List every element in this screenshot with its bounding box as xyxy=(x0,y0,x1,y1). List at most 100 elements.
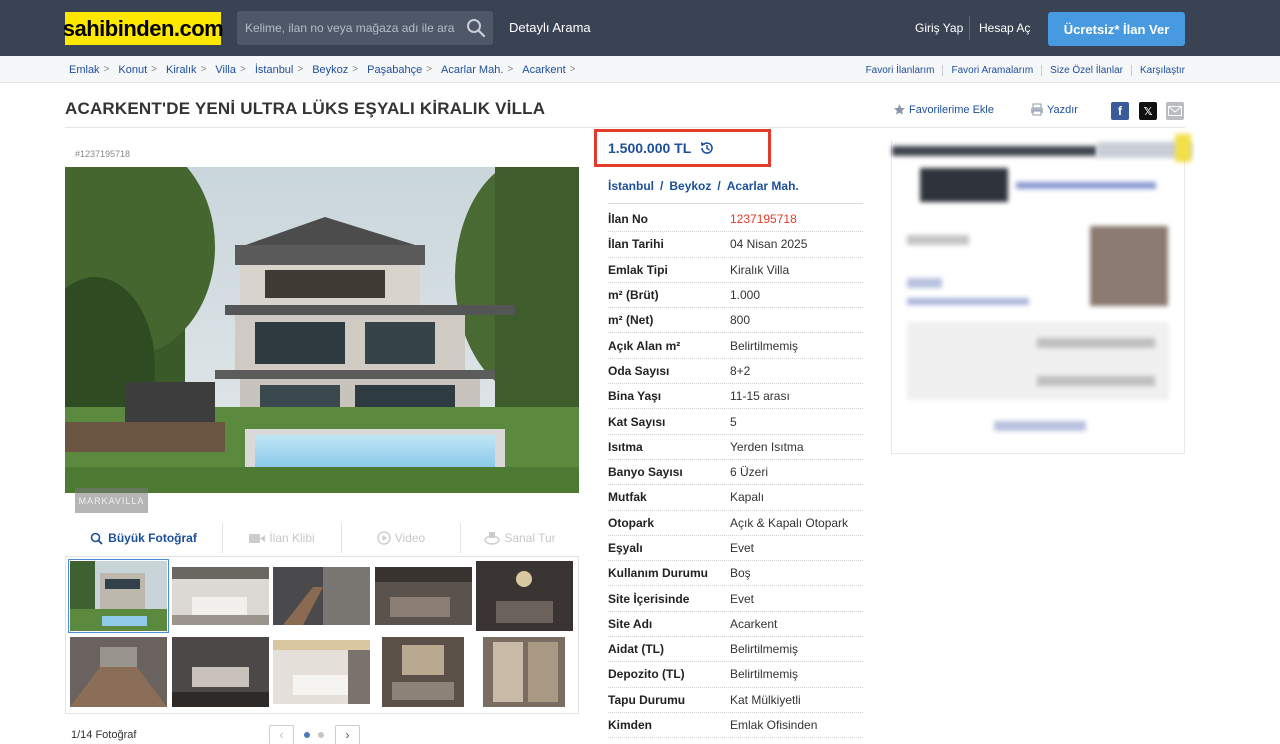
personalized-listings-link[interactable]: Size Özel İlanlar xyxy=(1041,65,1131,76)
photo-thumbnail[interactable] xyxy=(70,637,167,707)
detail-row: Otopark Açık & Kapalı Otopark xyxy=(608,511,863,536)
detail-value: 1237195718 xyxy=(730,212,797,227)
detail-value: 04 Nisan 2025 xyxy=(730,237,808,252)
breadcrumb-item[interactable]: Acarlar Mah. xyxy=(441,64,503,76)
listing-details: İlan No 1237195718 İlan Tarihi 04 Nisan 20… xyxy=(608,207,863,739)
detail-row: Site İçerisinde Evet xyxy=(608,586,863,612)
photo-thumbnail[interactable] xyxy=(68,559,169,633)
breadcrumb-item[interactable]: Konut xyxy=(118,64,147,76)
detail-value: 800 xyxy=(730,313,751,328)
star-icon xyxy=(894,104,905,115)
search-icon xyxy=(90,532,103,545)
detail-value: Kat Mülkiyetli xyxy=(730,692,801,707)
blurred-message-link xyxy=(994,421,1086,431)
chevron-right-icon: > xyxy=(507,64,514,75)
blurred-store-link xyxy=(1016,182,1156,189)
page-dot[interactable] xyxy=(318,732,324,738)
chevron-right-icon: > xyxy=(200,64,207,75)
detailed-search-link[interactable]: Detaylı Arama xyxy=(509,20,591,35)
post-ad-button[interactable]: Ücretsiz* İlan Ver xyxy=(1048,12,1185,46)
facebook-share-icon[interactable]: f xyxy=(1111,102,1129,120)
detail-value: Kapalı xyxy=(730,490,765,505)
tab-video-label: Video xyxy=(394,531,426,545)
tab-big-photo[interactable]: Büyük Fotoğraf xyxy=(65,523,222,553)
photo-thumbnail[interactable] xyxy=(172,637,269,707)
breadcrumb-item[interactable]: Paşabahçe xyxy=(367,64,422,76)
search-icon[interactable] xyxy=(465,17,487,39)
tab-big-photo-label: Büyük Fotoğraf xyxy=(108,531,197,545)
photo-thumbnail[interactable] xyxy=(476,561,573,631)
detail-label: Depozito (TL) xyxy=(608,667,685,682)
detail-value: 8+2 xyxy=(730,363,751,378)
tab-listing-clip[interactable]: İlan Klibi xyxy=(222,523,341,553)
breadcrumb-item[interactable]: İstanbul xyxy=(255,64,294,76)
listing-code: #1237195718 xyxy=(75,149,131,159)
location-district[interactable]: Beykoz xyxy=(669,179,711,193)
detail-row: Isıtma Yerden Isıtma xyxy=(608,435,863,460)
chevron-right-icon: > xyxy=(426,64,433,75)
login-link[interactable]: Giriş Yap xyxy=(915,21,963,35)
chevron-right-icon: > xyxy=(103,64,110,75)
tab-virtual-tour[interactable]: Sanal Tur xyxy=(460,523,579,553)
page-dot-active[interactable] xyxy=(304,732,310,738)
price-value: 1.500.000 TL xyxy=(608,140,692,156)
photo-thumbnail[interactable] xyxy=(375,567,472,625)
detail-value: Belirtilmemiş xyxy=(730,338,799,353)
main-photo[interactable] xyxy=(65,167,579,493)
photo-watermark: MARKAVILLA xyxy=(75,488,148,513)
detail-row: Açık Alan m² Belirtilmemiş xyxy=(608,333,863,359)
tab-video[interactable]: Video xyxy=(341,523,460,553)
mail-share-icon[interactable] xyxy=(1166,102,1184,120)
compare-link[interactable]: Karşılaştır xyxy=(1130,65,1185,76)
photo-thumbnail[interactable] xyxy=(172,567,269,625)
detail-row: Site Adı Acarkent xyxy=(608,612,863,638)
detail-value: Yerden Isıtma xyxy=(730,439,804,454)
x-share-icon[interactable]: 𝕏 xyxy=(1139,102,1157,120)
detail-label: Isıtma xyxy=(608,439,643,454)
detail-row: Aidat (TL) Belirtilmemiş xyxy=(608,637,863,663)
breadcrumb-item[interactable]: Emlak xyxy=(69,64,100,76)
blurred-phone-2 xyxy=(1037,376,1155,386)
price-history-icon[interactable] xyxy=(699,140,715,156)
detail-label: Bina Yaşı xyxy=(608,389,662,404)
favorite-searches-link[interactable]: Favori Aramalarım xyxy=(942,65,1041,76)
breadcrumb-item[interactable]: Kiralık xyxy=(166,64,197,76)
print-button[interactable]: Yazdır xyxy=(1030,103,1078,116)
detail-label: Oda Sayısı xyxy=(608,363,670,378)
breadcrumb-item[interactable]: Beykoz xyxy=(312,64,348,76)
breadcrumb-item[interactable]: Acarkent xyxy=(522,64,565,76)
tab-virtual-tour-label: Sanal Tur xyxy=(504,531,556,545)
favorite-listings-link[interactable]: Favori İlanlarım xyxy=(858,65,943,76)
detail-label: Site Adı xyxy=(608,616,653,631)
detail-row: Kat Sayısı 5 xyxy=(608,409,863,435)
detail-label: m² (Net) xyxy=(608,313,654,328)
prev-page-button[interactable]: ‹ xyxy=(269,725,294,744)
detail-row: Emlak Tipi Kiralık Villa xyxy=(608,258,863,283)
detail-label: Emlak Tipi xyxy=(608,262,668,277)
photo-thumbnail[interactable] xyxy=(483,637,565,707)
detail-row: İlan No 1237195718 xyxy=(608,207,863,233)
photo-thumbnail[interactable] xyxy=(382,637,464,707)
detail-value: Boş xyxy=(730,566,751,581)
breadcrumb: Emlak > Konut > Kiralık > Villa > İstanbul > … xyxy=(69,64,585,76)
location-city[interactable]: İstanbul xyxy=(608,179,654,193)
detail-label: Açık Alan m² xyxy=(608,338,681,353)
next-page-button[interactable]: › xyxy=(335,725,360,744)
photo-thumbnail[interactable] xyxy=(273,567,370,625)
breadcrumb-item[interactable]: Villa xyxy=(215,64,236,76)
detail-label: Mutfak xyxy=(608,490,647,505)
detail-value: 11-15 arası xyxy=(730,389,790,404)
seller-info-card xyxy=(891,134,1192,454)
add-favorite-button[interactable]: Favorilerime Ekle xyxy=(893,103,994,116)
location-path: İstanbul / Beykoz / Acarlar Mah. xyxy=(608,179,799,193)
site-logo[interactable]: sahibinden.com xyxy=(63,12,224,45)
signup-link[interactable]: Hesap Aç xyxy=(979,21,1030,35)
location-neighborhood[interactable]: Acarlar Mah. xyxy=(727,179,799,193)
photo-thumbnail[interactable] xyxy=(273,640,370,704)
play-icon xyxy=(377,531,391,545)
detail-label: Site İçerisinde xyxy=(608,591,690,606)
search-input[interactable] xyxy=(237,11,457,45)
detail-value: Açık & Kapalı Otopark xyxy=(730,515,849,530)
blurred-logo xyxy=(1175,134,1191,162)
detail-row: m² (Brüt) 1.000 xyxy=(608,283,863,309)
